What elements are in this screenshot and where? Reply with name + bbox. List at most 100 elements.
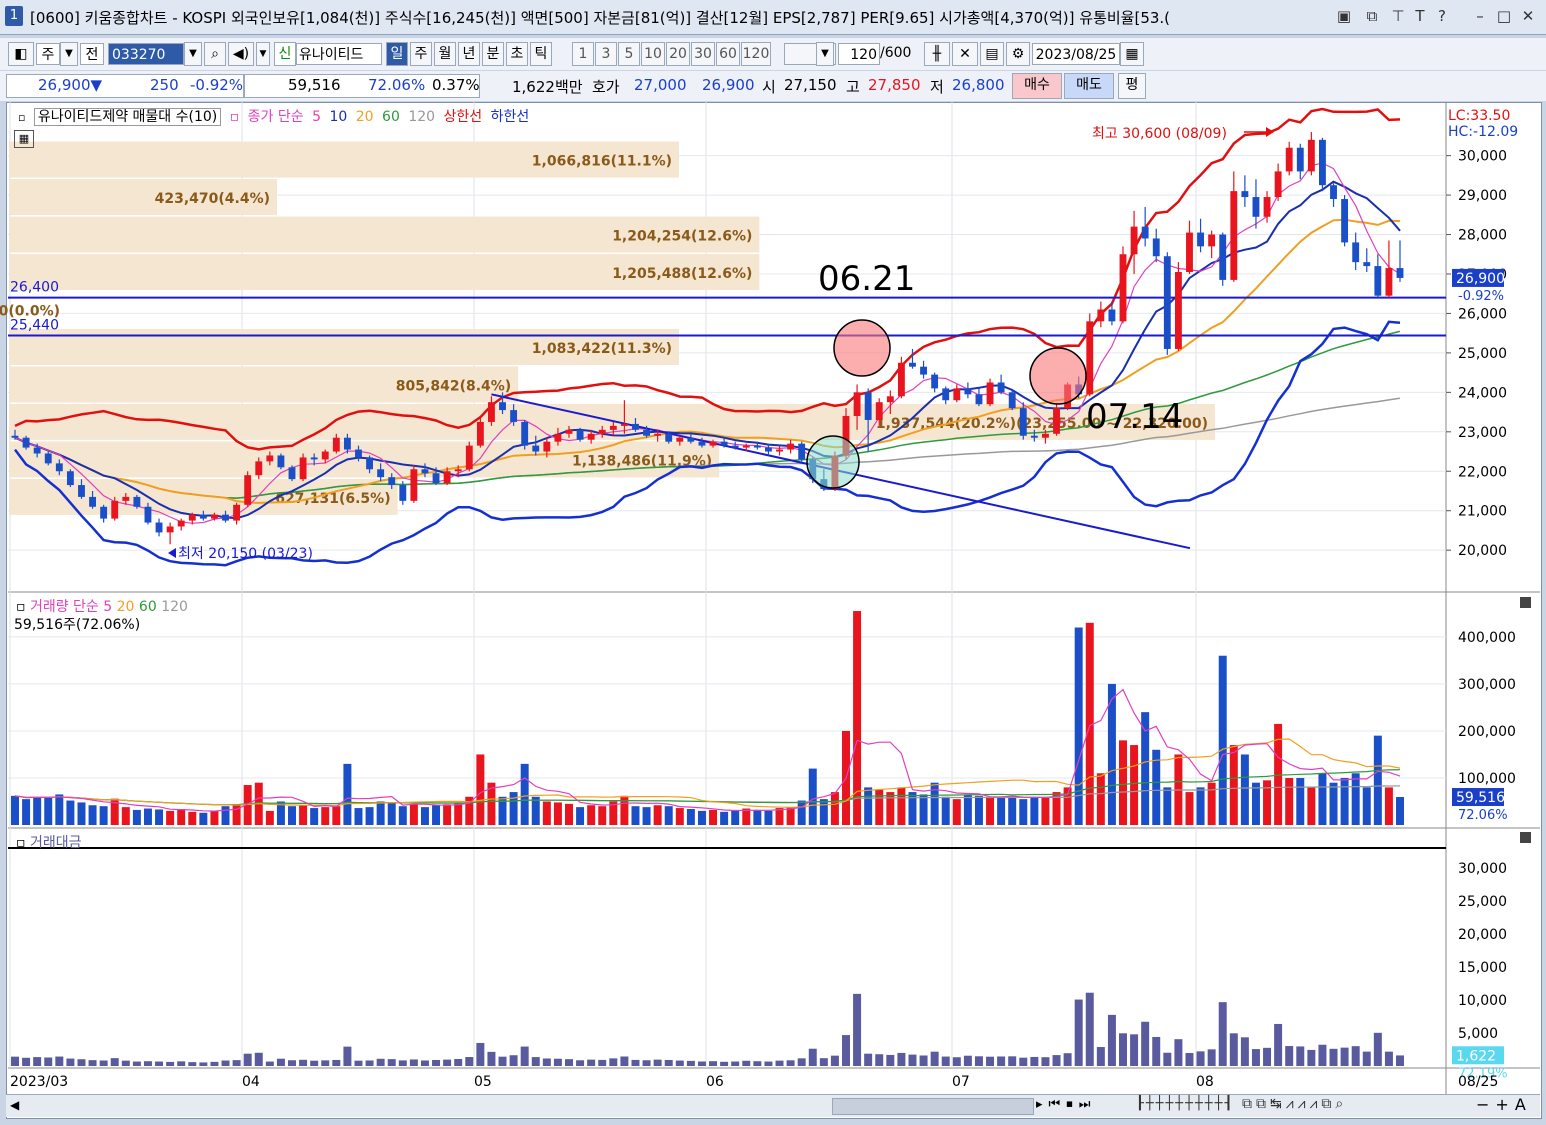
ma20-label: 20 xyxy=(355,109,374,125)
volume-bar xyxy=(199,812,208,825)
amount-axis-label: 5,000 xyxy=(1458,1026,1498,1042)
amount-title[interactable]: 거래대금 xyxy=(30,835,82,851)
x-axis-label: 06 xyxy=(706,1074,724,1090)
candle-body xyxy=(997,382,1005,393)
volume-bar xyxy=(875,789,884,825)
ma10-label: 10 xyxy=(329,109,348,125)
volume-axis-label: 200,000 xyxy=(1458,724,1516,740)
amount-bar xyxy=(1141,1021,1150,1066)
candle-body xyxy=(222,514,229,521)
volume-bar xyxy=(1163,787,1172,825)
volume-bar xyxy=(675,808,684,825)
volume-bar xyxy=(819,799,828,825)
amount-bar xyxy=(343,1046,352,1066)
amount-bar xyxy=(642,1060,651,1066)
candle-body xyxy=(643,429,650,436)
scroll-left-icon[interactable]: ◀ xyxy=(10,1098,19,1112)
amount-bar xyxy=(310,1060,319,1066)
amount-bar xyxy=(409,1059,418,1066)
zoom-controls-icon[interactable]: −+A xyxy=(1476,1095,1532,1114)
amount-bar xyxy=(520,1046,529,1066)
table-icon[interactable]: ▦ xyxy=(14,130,34,148)
amount-bar xyxy=(775,1060,784,1066)
candle-body xyxy=(122,496,130,501)
volume-bar xyxy=(365,807,374,825)
playback-controls[interactable]: ▸⏮⏹⏭ xyxy=(1036,1097,1096,1112)
price-legend-title[interactable]: 유나이티드제약 매물대 수(10) xyxy=(33,108,222,126)
candle-body xyxy=(144,506,152,523)
volume-bar xyxy=(631,806,640,825)
candle-body xyxy=(1042,433,1049,438)
volume-bar xyxy=(974,795,983,825)
candle-body xyxy=(975,394,983,405)
volume-profile-label: 805,842(8.4%) xyxy=(396,378,511,394)
chart-svg[interactable]: 30,00029,00028,00027,00026,00025,00024,0… xyxy=(0,0,1546,1125)
amount-bar xyxy=(1008,1056,1017,1066)
x-axis-label: 05 xyxy=(474,1074,492,1090)
candle-body xyxy=(698,441,706,446)
volume-bar xyxy=(531,796,540,825)
amount-bar xyxy=(1096,1047,1105,1066)
volume-bar xyxy=(886,792,895,825)
high-annotation: 최고 30,600 (08/09) xyxy=(1092,126,1227,142)
vol-ma-label: 단순 xyxy=(73,599,99,615)
amount-bar xyxy=(1307,1049,1316,1066)
candle-body xyxy=(632,423,639,430)
amount-bar xyxy=(897,1052,906,1066)
candle-body xyxy=(233,504,241,521)
amount-bar xyxy=(631,1059,640,1066)
price-axis-label: 25,000 xyxy=(1458,346,1507,362)
volume-bar xyxy=(1030,796,1039,825)
amount-bar xyxy=(1030,1056,1039,1066)
amount-bar xyxy=(254,1052,263,1066)
amount-bar xyxy=(1174,1039,1183,1066)
amount-bar xyxy=(1351,1046,1360,1066)
volume-bar xyxy=(941,796,950,825)
amount-bar xyxy=(1085,992,1094,1066)
amount-bar xyxy=(808,1048,817,1066)
volume-bar xyxy=(210,810,219,825)
amount-bar xyxy=(22,1057,31,1066)
chart-scrollbar[interactable]: ◀ ▸⏮⏹⏭ ┠┼┼┼┼┼┼┼┼┨ ⧉⧉↹⩘⩘⩘⧉⌕ −+A xyxy=(6,1094,1540,1117)
vol-ma5-label: 5 xyxy=(103,599,113,615)
legend-box-icon: ▫ xyxy=(18,111,26,124)
candle-body xyxy=(1186,232,1193,273)
candle-body xyxy=(1130,226,1138,255)
x-axis-label: 08 xyxy=(1196,1074,1214,1090)
volume-bar xyxy=(930,782,939,825)
amount-bar xyxy=(864,1053,873,1066)
hc-label: HC:-12.09 xyxy=(1448,124,1518,140)
candle-body xyxy=(432,473,440,484)
drawing-tools-icon[interactable]: ⧉⧉↹⩘⩘⩘⧉⌕ xyxy=(1242,1096,1347,1112)
candle-body xyxy=(1230,191,1238,280)
volume-bar xyxy=(986,797,995,825)
volume-bar xyxy=(520,763,529,825)
candle-body xyxy=(665,433,673,442)
ma-label: 종가 단순 xyxy=(247,109,304,125)
amount-bar xyxy=(376,1058,385,1066)
x-axis-label: 08/25 xyxy=(1458,1074,1498,1090)
volume-bar xyxy=(1396,797,1404,825)
volume-bar xyxy=(332,806,341,825)
x-axis-label: 04 xyxy=(242,1074,260,1090)
volume-bar xyxy=(221,806,230,825)
candle-body xyxy=(753,445,761,448)
highlight-circle xyxy=(833,319,891,377)
volume-profile-label: 627,131(6.5%) xyxy=(275,491,390,507)
volume-bar xyxy=(1096,773,1105,825)
candle-body xyxy=(1086,321,1094,395)
candle-body xyxy=(1307,139,1315,172)
amount-bar xyxy=(288,1060,296,1066)
amount-bar xyxy=(88,1060,97,1066)
amount-bar xyxy=(55,1056,64,1066)
amount-bar xyxy=(1240,1037,1249,1066)
volume-title[interactable]: 거래량 xyxy=(30,599,69,615)
amount-bar xyxy=(576,1060,585,1066)
scroll-thumb[interactable] xyxy=(832,1098,1034,1115)
candle-body xyxy=(776,449,783,452)
amount-bar xyxy=(675,1060,684,1066)
amount-axis-label: 10,000 xyxy=(1458,993,1507,1009)
candle-body xyxy=(532,445,540,452)
candle-body xyxy=(1208,234,1216,247)
zoom-slider-icon[interactable]: ┠┼┼┼┼┼┼┼┼┨ xyxy=(1136,1096,1234,1111)
